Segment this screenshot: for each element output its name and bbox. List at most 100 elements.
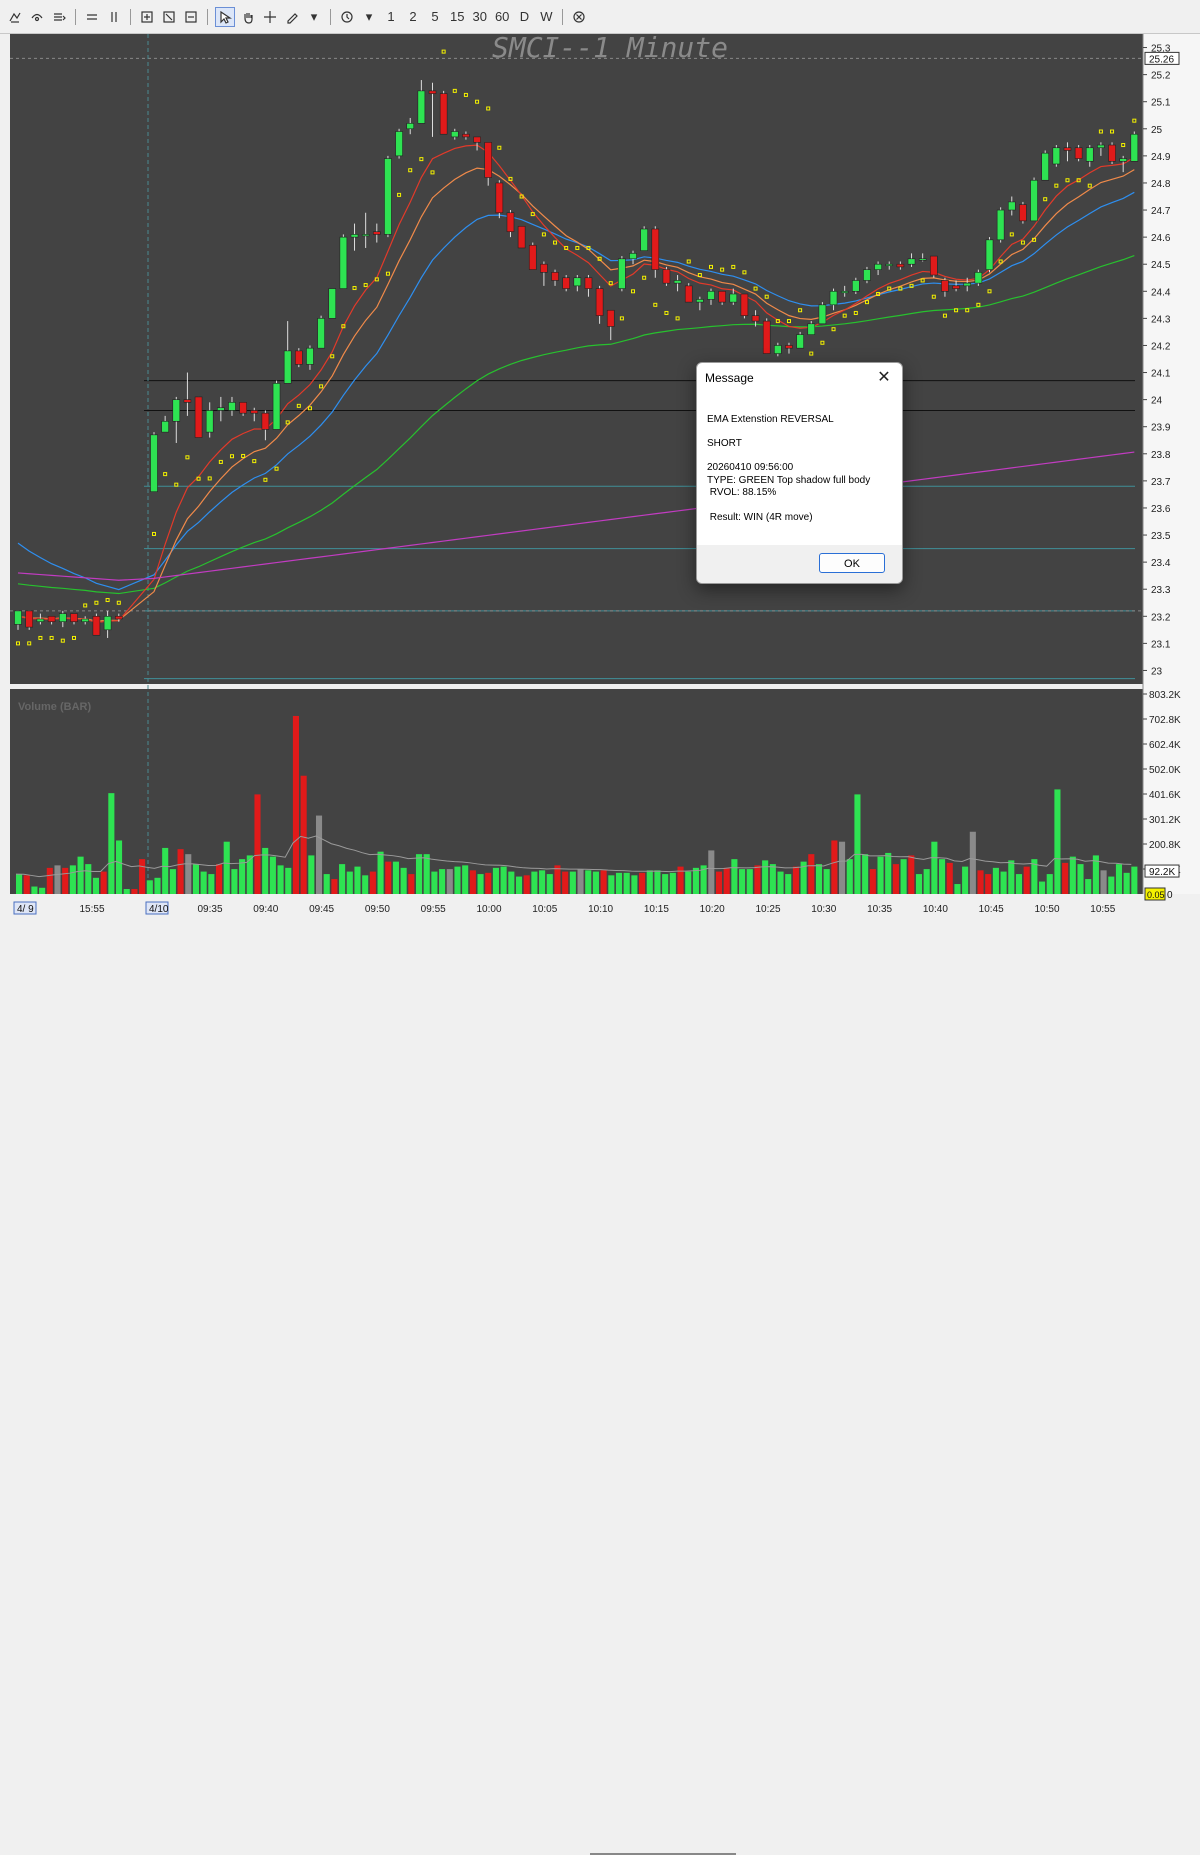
volume-bar xyxy=(162,847,169,894)
dialog-title: Message xyxy=(705,371,754,385)
interval-button-60[interactable]: 60 xyxy=(493,8,511,26)
candle-body xyxy=(584,277,593,289)
pen-icon[interactable] xyxy=(283,8,301,26)
candle-body xyxy=(283,350,292,384)
interval-button-D[interactable]: D xyxy=(515,8,533,26)
volume-bar xyxy=(1115,864,1123,894)
chart-title: SMCI--1 Minute xyxy=(492,34,728,64)
volume-bar xyxy=(992,867,999,894)
zoom-out-icon[interactable] xyxy=(182,8,200,26)
alert-line: TYPE: GREEN Top shadow full body xyxy=(707,475,871,486)
ok-button[interactable]: OK xyxy=(819,553,885,573)
interval-button-15[interactable]: 15 xyxy=(448,8,466,26)
volume-bar xyxy=(1100,870,1107,894)
interval-button-1[interactable]: 1 xyxy=(382,8,400,26)
volume-bar xyxy=(915,874,923,894)
candle-body xyxy=(361,234,370,237)
interval-button-2[interactable]: 2 xyxy=(404,8,422,26)
arc-tool-icon[interactable] xyxy=(28,8,46,26)
clock-icon[interactable] xyxy=(338,8,356,26)
volume-tick-label: 602.4K xyxy=(1149,740,1181,751)
price-tick-label: 23.8 xyxy=(1151,450,1171,461)
volume-bar xyxy=(269,856,276,894)
vertical-lines-icon[interactable] xyxy=(105,8,123,26)
time-label: 15:55 xyxy=(79,904,104,915)
volume-bar xyxy=(862,854,869,894)
candle-body xyxy=(974,272,983,284)
candle-body xyxy=(406,123,415,130)
price-chart[interactable]: SMCI--1 Minute 25.325.225.12524.924.824.7… xyxy=(10,34,1200,924)
hand-icon[interactable] xyxy=(239,8,257,26)
volume-bar xyxy=(177,849,184,894)
price-tick-label: 24.4 xyxy=(1151,287,1171,298)
alert-line: RVOL: 88.15% xyxy=(707,487,777,498)
candle-body xyxy=(796,334,804,349)
volume-bar xyxy=(577,869,584,894)
volume-tick-label: 502.0K xyxy=(1149,765,1181,776)
cursor-pointer-icon[interactable] xyxy=(215,6,235,27)
timeframe-menu-chevron-icon[interactable]: ▾ xyxy=(360,8,378,26)
volume-bar xyxy=(16,874,23,894)
candle-body xyxy=(1041,152,1049,181)
candle-body xyxy=(751,315,760,322)
zoom-in-icon[interactable] xyxy=(138,8,156,26)
candle-body xyxy=(450,131,459,138)
volume-bar xyxy=(854,794,861,894)
candle-body xyxy=(395,131,403,157)
cancel-icon[interactable] xyxy=(570,8,588,26)
candle-body xyxy=(1063,147,1072,151)
price-tick-label: 23.4 xyxy=(1151,558,1171,569)
candle-body xyxy=(896,263,905,268)
candle-body xyxy=(718,290,726,303)
volume-bar xyxy=(985,874,992,894)
interval-button-5[interactable]: 5 xyxy=(426,8,444,26)
chart-toolbar: ▾ ▾ 1 2 5 15 30 60 D W xyxy=(0,0,1200,34)
pen-menu-chevron-icon[interactable]: ▾ xyxy=(305,8,323,26)
interval-button-30[interactable]: 30 xyxy=(470,8,488,26)
toolbar-separator xyxy=(562,8,564,25)
volume-bar xyxy=(485,872,492,894)
candle-body xyxy=(25,610,33,628)
volume-bar xyxy=(869,869,876,894)
candle-body xyxy=(696,299,704,303)
interval-button-W[interactable]: W xyxy=(537,8,555,26)
volume-bar xyxy=(169,869,176,894)
candle-body xyxy=(562,277,570,289)
volume-bar xyxy=(369,871,376,894)
time-label: 09:50 xyxy=(365,904,390,915)
lines-menu-icon[interactable] xyxy=(50,8,68,26)
volume-bar xyxy=(108,793,115,894)
volume-bar xyxy=(477,874,484,894)
volume-bar xyxy=(669,872,676,894)
horizontal-lines-icon[interactable] xyxy=(83,8,101,26)
alert-line: Result: WIN (4R move) xyxy=(707,512,813,523)
volume-title: Volume (BAR) xyxy=(18,701,91,713)
volume-bar xyxy=(608,875,615,894)
volume-bar xyxy=(215,864,223,894)
volume-bar xyxy=(115,840,123,894)
candle-body xyxy=(205,410,214,433)
price-tick-label: 24.8 xyxy=(1151,179,1171,190)
crosshair-icon[interactable] xyxy=(261,8,279,26)
volume-bar xyxy=(692,867,699,894)
candle-body xyxy=(885,263,894,267)
alert-line: 20260410 09:56:00 xyxy=(707,462,794,473)
volume-bar xyxy=(662,874,669,894)
zoom-fit-icon[interactable] xyxy=(160,8,178,26)
candle-body xyxy=(1130,133,1139,162)
close-icon[interactable]: ✕ xyxy=(874,368,894,388)
candle-body xyxy=(317,318,325,349)
volume-bar xyxy=(392,861,399,894)
volume-bar xyxy=(808,854,815,894)
time-label: 09:45 xyxy=(309,904,334,915)
candle-body xyxy=(1074,147,1083,159)
candle-body xyxy=(1108,144,1116,162)
toolbar-separator xyxy=(330,8,331,25)
candle-body xyxy=(673,280,682,284)
price-tick-label: 23.2 xyxy=(1151,612,1171,623)
volume-bar xyxy=(592,871,599,894)
draw-line-icon[interactable] xyxy=(6,8,24,26)
candle-body xyxy=(952,285,960,289)
dialog-titlebar: Message ✕ xyxy=(697,363,902,393)
volume-bar xyxy=(315,815,323,894)
